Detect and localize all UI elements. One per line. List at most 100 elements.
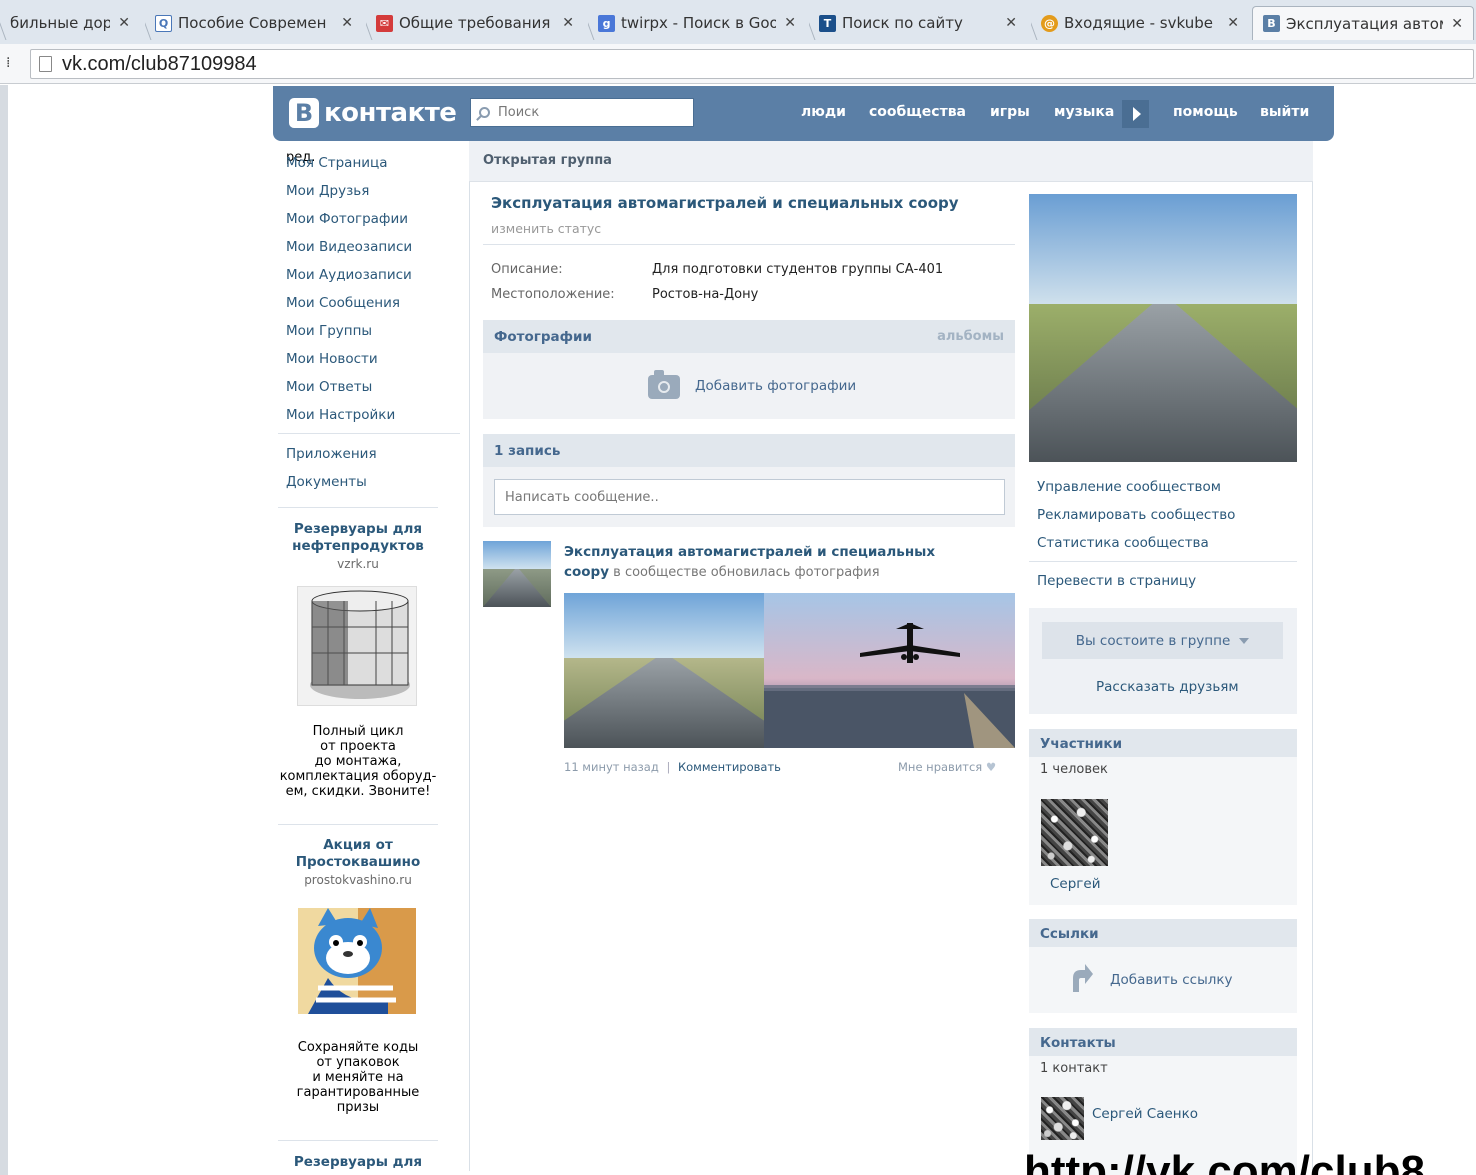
nav-games[interactable]: игры xyxy=(990,104,1030,120)
sidebar-item-settings[interactable]: Мои Настройки xyxy=(286,402,462,430)
wall-post-input[interactable] xyxy=(494,479,1005,515)
sidebar-item-videos[interactable]: Мои Видеозаписи xyxy=(286,234,462,262)
browser-tab-6[interactable]: @ Входящие - svkube ✕ xyxy=(1031,6,1249,40)
browser-tab-2[interactable]: Q Пособие Современ ✕ xyxy=(145,6,363,40)
change-status-link[interactable]: изменить статус xyxy=(491,221,601,236)
sidebar-item-audio[interactable]: Мои Аудиозаписи xyxy=(286,262,462,290)
cat-illustration xyxy=(308,908,416,1014)
camera-icon[interactable] xyxy=(648,370,680,399)
tab-close-icon[interactable]: ✕ xyxy=(118,15,130,31)
ad-text: Полный цикл от проекта до монтажа, компл… xyxy=(279,724,437,799)
ad-block[interactable]: Акция от Простоквашино prostokvashino.ru xyxy=(278,837,438,887)
sidebar-item-photos[interactable]: Мои Фотографии xyxy=(286,206,462,234)
url-text[interactable]: vk.com/club87109984 xyxy=(62,53,257,76)
browser-tab-bar: бильные дор ✕ Q Пособие Современ ✕ ✉ Общ… xyxy=(0,0,1476,44)
add-photos-link[interactable]: Добавить фотографии xyxy=(695,378,856,394)
sidebar-item-answers[interactable]: Мои Ответы xyxy=(286,374,462,402)
comment-link[interactable]: Комментировать xyxy=(678,760,781,774)
post-photo-highway[interactable] xyxy=(564,593,764,748)
sidebar-item-my-page[interactable]: Моя Страница xyxy=(286,150,462,178)
nav-communities[interactable]: сообщества xyxy=(869,104,966,120)
ad-block[interactable]: Резервуары для xyxy=(278,1154,438,1171)
heart-icon[interactable]: ♥ xyxy=(986,760,996,774)
browser-tab-3[interactable]: ✉ Общие требования ✕ xyxy=(366,6,584,40)
share-arrow-icon[interactable] xyxy=(1069,962,1093,994)
nav-help[interactable]: помощь xyxy=(1173,104,1238,120)
tell-friends-link[interactable]: Рассказать друзьям xyxy=(1096,679,1239,695)
contact-name[interactable]: Сергей Саенко xyxy=(1092,1106,1198,1122)
albums-link[interactable]: альбомы xyxy=(937,329,1004,344)
add-link-button[interactable]: Добавить ссылку xyxy=(1110,972,1233,988)
page-icon xyxy=(39,56,52,72)
vk-logo[interactable]: В контакте xyxy=(289,98,457,128)
community-stats-link[interactable]: Статистика сообщества xyxy=(1037,535,1209,551)
advertise-community-link[interactable]: Рекламировать сообщество xyxy=(1037,507,1235,523)
browser-tab-active[interactable]: В Эксплуатация автом ✕ xyxy=(1252,6,1474,40)
sidebar-item-friends[interactable]: Мои Друзья xyxy=(286,178,462,206)
tab-close-icon[interactable]: ✕ xyxy=(1227,15,1239,31)
membership-dropdown-button[interactable]: Вы состоите в группе xyxy=(1042,622,1283,659)
tab-close-icon[interactable]: ✕ xyxy=(1005,15,1017,31)
member-name[interactable]: Сергей xyxy=(1050,876,1100,892)
members-header[interactable]: Участники xyxy=(1029,729,1297,757)
wall-count[interactable]: 1 запись xyxy=(494,443,560,459)
group-title: Эксплуатация автомагистралей и специальн… xyxy=(491,194,959,212)
convert-to-page-link[interactable]: Перевести в страницу xyxy=(1037,573,1196,589)
post-author-link[interactable]: Эксплуатация автомагистралей и специальн… xyxy=(564,544,935,560)
nav-logout[interactable]: выйти xyxy=(1260,104,1309,120)
browser-tab-5[interactable]: T Поиск по сайту ✕ xyxy=(809,6,1027,40)
tab-close-icon[interactable]: ✕ xyxy=(341,15,353,31)
like-button[interactable]: Мне нравится ♥ xyxy=(898,760,996,774)
location-label: Местоположение: xyxy=(491,287,615,302)
members-count[interactable]: 1 человек xyxy=(1029,757,1297,783)
ad-block[interactable]: Резервуары для нефтепродуктов vzrk.ru xyxy=(278,521,438,571)
tab-close-icon[interactable]: ✕ xyxy=(562,15,574,31)
nav-music[interactable]: музыка xyxy=(1054,104,1114,120)
sidebar-item-messages[interactable]: Мои Сообщения xyxy=(286,290,462,318)
tab-close-icon[interactable]: ✕ xyxy=(784,15,796,31)
sidebar-item-groups[interactable]: Мои Группы xyxy=(286,318,462,346)
links-header[interactable]: Ссылки xyxy=(1029,919,1297,947)
sidebar-item-documents[interactable]: Документы xyxy=(286,469,462,497)
photos-header[interactable]: Фотографии альбомы xyxy=(483,320,1015,353)
post-photo-airplane[interactable] xyxy=(764,593,1015,748)
location-value[interactable]: Ростов-на-Дону xyxy=(652,287,758,302)
ad-title[interactable]: Резервуары для нефтепродуктов xyxy=(278,521,438,555)
member-avatar[interactable] xyxy=(1041,799,1108,866)
tank-illustration xyxy=(310,590,410,699)
nav-people[interactable]: люди xyxy=(801,104,846,120)
group-cover-photo[interactable] xyxy=(1029,194,1297,462)
ad-title[interactable]: Акция от Простоквашино xyxy=(278,837,438,871)
photos-title[interactable]: Фотографии xyxy=(494,329,592,345)
ad-title[interactable]: Резервуары для xyxy=(278,1154,438,1171)
contacts-count[interactable]: 1 контакт xyxy=(1029,1056,1297,1082)
search-box[interactable] xyxy=(470,98,694,127)
search-icon xyxy=(479,107,490,118)
post-time[interactable]: 11 минут назад xyxy=(564,760,659,774)
ad-image-tank[interactable] xyxy=(297,586,417,706)
post-author-avatar[interactable] xyxy=(483,541,551,607)
like-label[interactable]: Мне нравится xyxy=(898,760,982,774)
contact-avatar[interactable] xyxy=(1041,1097,1084,1140)
play-icon[interactable] xyxy=(1122,100,1149,128)
tab-close-icon[interactable]: ✕ xyxy=(1451,16,1463,32)
url-field[interactable]: vk.com/club87109984 xyxy=(30,49,1474,79)
page-crumb: Открытая группа xyxy=(469,141,1313,182)
mail-icon: ✉ xyxy=(376,14,393,32)
sidebar-item-apps[interactable]: Приложения xyxy=(286,441,462,469)
left-menu-extra: Приложения Документы xyxy=(286,441,462,497)
contacts-header[interactable]: Контакты xyxy=(1029,1028,1297,1056)
search-input[interactable] xyxy=(498,105,678,120)
photos-body: Добавить фотографии xyxy=(483,353,1015,419)
ad-image-cat[interactable] xyxy=(298,908,416,1014)
manage-community-link[interactable]: Управление сообществом xyxy=(1037,479,1221,495)
post-author-link-2[interactable]: соору xyxy=(564,564,609,580)
browser-tab-4[interactable]: g twirpx - Поиск в Goo ✕ xyxy=(588,6,806,40)
mail-ru-icon: @ xyxy=(1041,14,1058,32)
browser-tab-1[interactable]: бильные дор ✕ xyxy=(0,6,140,40)
post-title: Эксплуатация автомагистралей и специальн… xyxy=(564,542,1014,583)
sidebar-item-news[interactable]: Мои Новости xyxy=(286,346,462,374)
wall-header[interactable]: 1 запись xyxy=(483,434,1015,467)
menu-icon[interactable]: ⁞ xyxy=(6,55,10,71)
t-site-icon: T xyxy=(819,14,836,32)
